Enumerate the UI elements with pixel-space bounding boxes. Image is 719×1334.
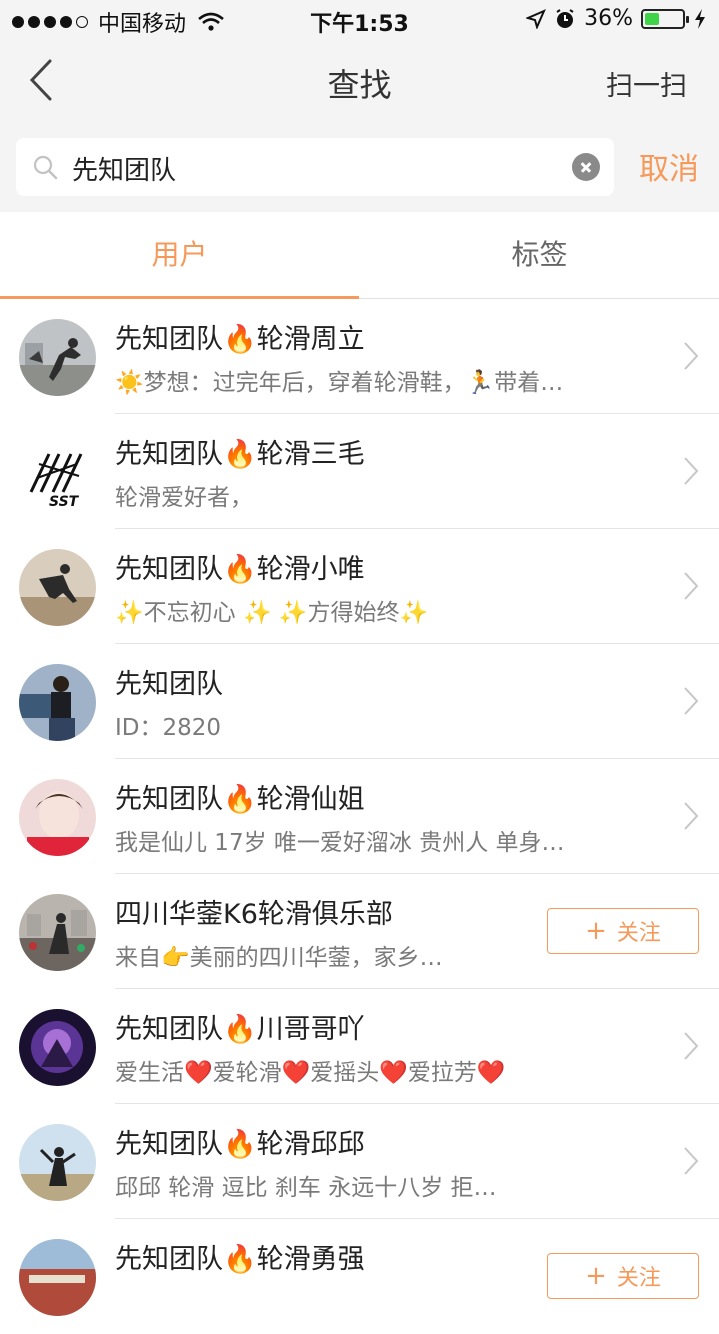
cancel-button[interactable]: 取消 <box>639 144 699 188</box>
list-item[interactable]: 先知团队 ID：2820 <box>0 644 719 759</box>
avatar: SST <box>19 434 96 511</box>
list-item[interactable]: 四川华蓥K6轮滑俱乐部 来自👉美丽的四川华蓥，家乡… + 关注 <box>0 874 719 989</box>
list-item[interactable]: 先知团队🔥轮滑小唯 ✨不忘初心 ✨ ✨方得始终✨ <box>0 529 719 644</box>
charging-bolt-icon <box>695 8 705 29</box>
tab-tags[interactable]: 标签 <box>360 212 719 298</box>
logo-text: SST <box>49 494 80 510</box>
avatar <box>19 664 96 741</box>
user-name: 先知团队 <box>115 669 223 700</box>
avatar <box>19 319 96 396</box>
user-description: ✨不忘初心 ✨ ✨方得始终✨ <box>115 600 429 626</box>
user-name: 先知团队🔥轮滑三毛 <box>115 439 365 470</box>
battery-percent: 36% <box>584 6 633 31</box>
user-description: 爱生活❤️爱轮滑❤️爱摇头❤️爱拉芳❤️ <box>115 1060 506 1086</box>
avatar <box>19 779 96 856</box>
chevron-right-icon <box>684 342 699 370</box>
list-item[interactable]: 先知团队🔥轮滑周立 ☀️梦想：过完年后，穿着轮滑鞋，🏃带着… <box>0 299 719 414</box>
follow-label: 关注 <box>616 921 661 946</box>
clear-search-icon[interactable] <box>572 153 600 181</box>
user-name: 四川华蓥K6轮滑俱乐部 <box>115 899 393 930</box>
chevron-right-icon <box>684 457 699 485</box>
chevron-right-icon <box>684 687 699 715</box>
list-item[interactable]: 先知团队🔥轮滑勇强 + 关注 <box>0 1219 719 1334</box>
user-name: 先知团队🔥轮滑小唯 <box>115 554 365 585</box>
chevron-right-icon <box>684 1147 699 1175</box>
list-item[interactable]: 先知团队🔥轮滑仙姐 我是仙儿 17岁 唯一爱好溜冰 贵州人 单身… <box>0 759 719 874</box>
status-bar: 中国移动 下午1:53 36% <box>0 0 719 40</box>
user-description: 邱邱 轮滑 逗比 刹车 永远十八岁 拒… <box>115 1175 497 1201</box>
user-name: 先知团队🔥轮滑周立 <box>115 324 365 355</box>
user-name: 先知团队🔥轮滑邱邱 <box>115 1129 365 1160</box>
scan-button[interactable]: 扫一扫 <box>606 64 687 103</box>
user-description: ID：2820 <box>115 715 222 741</box>
follow-label: 关注 <box>616 1266 661 1291</box>
follow-button[interactable]: + 关注 <box>547 908 699 954</box>
user-name: 先知团队🔥川哥哥吖 <box>115 1014 365 1045</box>
user-name: 先知团队🔥轮滑勇强 <box>115 1244 365 1275</box>
chevron-right-icon <box>684 802 699 830</box>
avatar <box>19 894 96 971</box>
list-item[interactable]: 先知团队🔥轮滑邱邱 邱邱 轮滑 逗比 刹车 永远十八岁 拒… <box>0 1104 719 1219</box>
avatar <box>19 549 96 626</box>
search-input[interactable]: 先知团队 <box>72 150 176 187</box>
search-bar: 先知团队 取消 <box>0 126 719 212</box>
chevron-right-icon <box>684 1032 699 1060</box>
user-name: 先知团队🔥轮滑仙姐 <box>115 784 365 815</box>
list-item[interactable]: SST 先知团队🔥轮滑三毛 轮滑爱好者， <box>0 414 719 529</box>
tab-bar: 用户 标签 <box>0 212 719 299</box>
avatar <box>19 1239 96 1316</box>
avatar <box>19 1009 96 1086</box>
plus-icon: + <box>585 1261 607 1291</box>
chevron-right-icon <box>684 572 699 600</box>
user-description: ☀️梦想：过完年后，穿着轮滑鞋，🏃带着… <box>115 370 564 396</box>
plus-icon: + <box>585 916 607 946</box>
user-description: 我是仙儿 17岁 唯一爱好溜冰 贵州人 单身… <box>115 830 565 856</box>
user-description: 来自👉美丽的四川华蓥，家乡… <box>115 945 443 971</box>
tab-users[interactable]: 用户 <box>0 212 359 298</box>
avatar <box>19 1124 96 1201</box>
follow-button[interactable]: + 关注 <box>547 1253 699 1299</box>
navigation-bar: 查找 扫一扫 <box>0 40 719 126</box>
user-description: 轮滑爱好者， <box>115 485 253 511</box>
battery-icon <box>641 8 689 29</box>
search-icon <box>33 155 58 180</box>
location-arrow-icon <box>526 8 547 29</box>
search-box[interactable]: 先知团队 <box>16 138 614 196</box>
user-result-list: 先知团队🔥轮滑周立 ☀️梦想：过完年后，穿着轮滑鞋，🏃带着… SST 先知团队🔥… <box>0 299 719 1334</box>
list-item[interactable]: 先知团队🔥川哥哥吖 爱生活❤️爱轮滑❤️爱摇头❤️爱拉芳❤️ <box>0 989 719 1104</box>
alarm-icon <box>556 8 574 28</box>
